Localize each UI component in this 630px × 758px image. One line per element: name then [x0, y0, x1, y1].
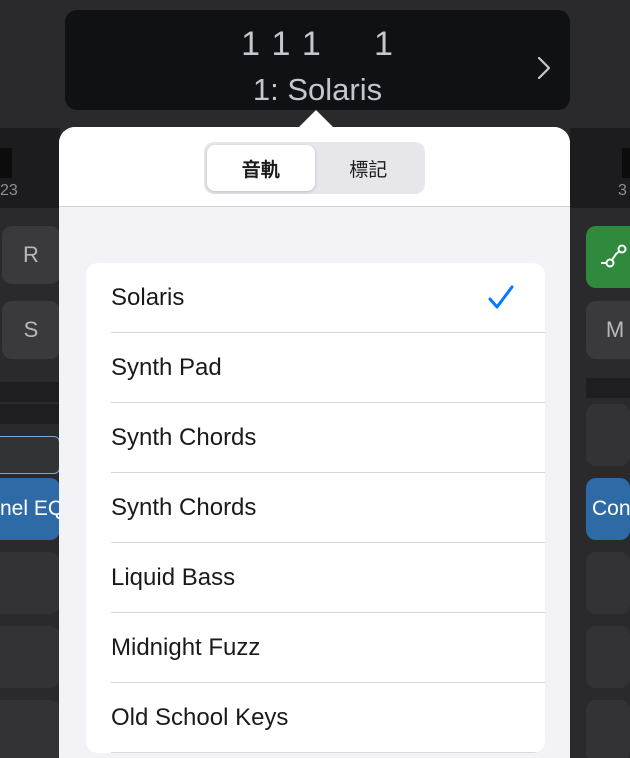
compressor-plugin-button[interactable]: Con [586, 478, 630, 540]
popover-arrow [298, 110, 334, 128]
track-label: Synth Pad [111, 354, 222, 381]
track-list-item[interactable]: Liquid Bass [86, 543, 545, 613]
popover-header: 音軌 標記 [59, 127, 570, 207]
track-list-item[interactable]: Solaris [86, 263, 545, 333]
solo-button[interactable]: S [2, 301, 60, 359]
control-bar-display[interactable]: 1 1 1 1 1: Solaris [65, 10, 570, 110]
empty-plugin-slot[interactable] [0, 552, 60, 614]
channel-eq-plugin-button[interactable]: nel EQ [0, 478, 60, 540]
track-label: Midnight Fuzz [111, 634, 261, 661]
empty-plugin-slot[interactable] [586, 700, 630, 758]
empty-plugin-slot[interactable] [586, 552, 630, 614]
record-enable-button[interactable]: R [2, 226, 60, 284]
track-list-item[interactable]: Midnight Fuzz [86, 613, 545, 683]
chevron-right-icon[interactable] [534, 54, 554, 82]
ruler-tick [622, 148, 630, 178]
track-list-item[interactable]: Old School Keys [86, 683, 545, 753]
separator [111, 752, 545, 753]
checkmark-icon [488, 285, 514, 309]
position-counter: 1 1 1 1 [241, 25, 394, 63]
automation-icon [601, 244, 627, 268]
track-label: Synth Chords [111, 494, 257, 521]
track-list-item[interactable]: Synth Pad [86, 333, 545, 403]
divider [0, 382, 60, 402]
track-label: Liquid Bass [111, 564, 236, 591]
track-list-item[interactable]: Synth Chords [86, 473, 545, 543]
empty-plugin-slot[interactable] [0, 700, 60, 758]
insert-slot-outlined[interactable] [0, 436, 60, 474]
tab-markers[interactable]: 標記 [315, 145, 423, 191]
automation-button[interactable] [586, 226, 630, 288]
mute-button[interactable]: M [586, 301, 630, 359]
ruler-tick [0, 148, 12, 178]
divider [586, 378, 630, 398]
track-label: Solaris [111, 284, 185, 311]
ruler-right: 3 [570, 128, 630, 208]
ruler-number: 3 [618, 182, 627, 199]
empty-plugin-slot[interactable] [0, 626, 60, 688]
segmented-control: 音軌 標記 [204, 142, 425, 194]
tab-tracks[interactable]: 音軌 [207, 145, 315, 191]
selected-track-name: 1: Solaris [252, 72, 383, 107]
empty-plugin-slot[interactable] [586, 404, 630, 466]
plugin-label: nel EQ [0, 497, 60, 520]
track-label: Synth Chords [111, 424, 257, 451]
track-label: Old School Keys [111, 704, 289, 731]
ruler-number: 23 [0, 182, 18, 199]
track-list: Solaris Synth Pad Synth Chords Synth Cho… [86, 263, 545, 753]
divider [0, 404, 60, 424]
ruler-left: 23 [0, 128, 60, 208]
plugin-label: Con [592, 497, 630, 520]
track-list-item[interactable]: Synth Chords [86, 403, 545, 473]
track-selector-popover: 音軌 標記 Solaris Synth Pad Synth Chords Syn… [59, 127, 570, 758]
empty-plugin-slot[interactable] [586, 626, 630, 688]
